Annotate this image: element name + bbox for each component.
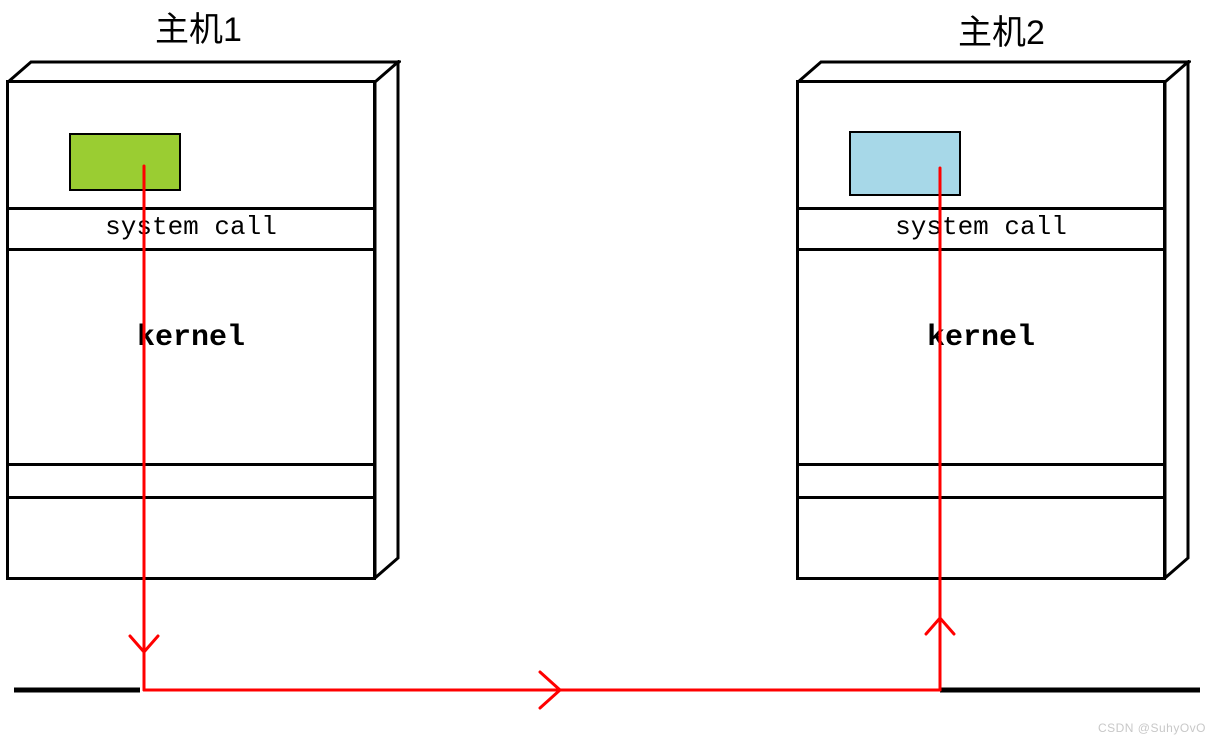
diagram-canvas: 主机1 主机2 system call kernel xyxy=(0,0,1216,741)
host1-front: system call kernel xyxy=(6,80,376,580)
host2-box: system call kernel xyxy=(796,60,1191,580)
host2-title: 主机2 xyxy=(958,5,1045,54)
host1-process-chip xyxy=(69,133,181,191)
host2-system-call-label: system call xyxy=(799,207,1163,251)
host1-title: 主机1 xyxy=(155,2,242,51)
host1-spacer-row xyxy=(9,463,373,499)
host1-kernel-label: kernel xyxy=(9,321,373,355)
host1-side-edge xyxy=(373,60,401,580)
host2-side-edge xyxy=(1163,60,1191,580)
host2-kernel-label: kernel xyxy=(799,321,1163,355)
watermark: CSDN @SuhyOvO xyxy=(1098,721,1206,735)
host2-spacer-row xyxy=(799,463,1163,499)
host2-front: system call kernel xyxy=(796,80,1166,580)
host1-box: system call kernel xyxy=(6,60,401,580)
host2-process-chip xyxy=(849,131,961,196)
host1-system-call-label: system call xyxy=(9,207,373,251)
